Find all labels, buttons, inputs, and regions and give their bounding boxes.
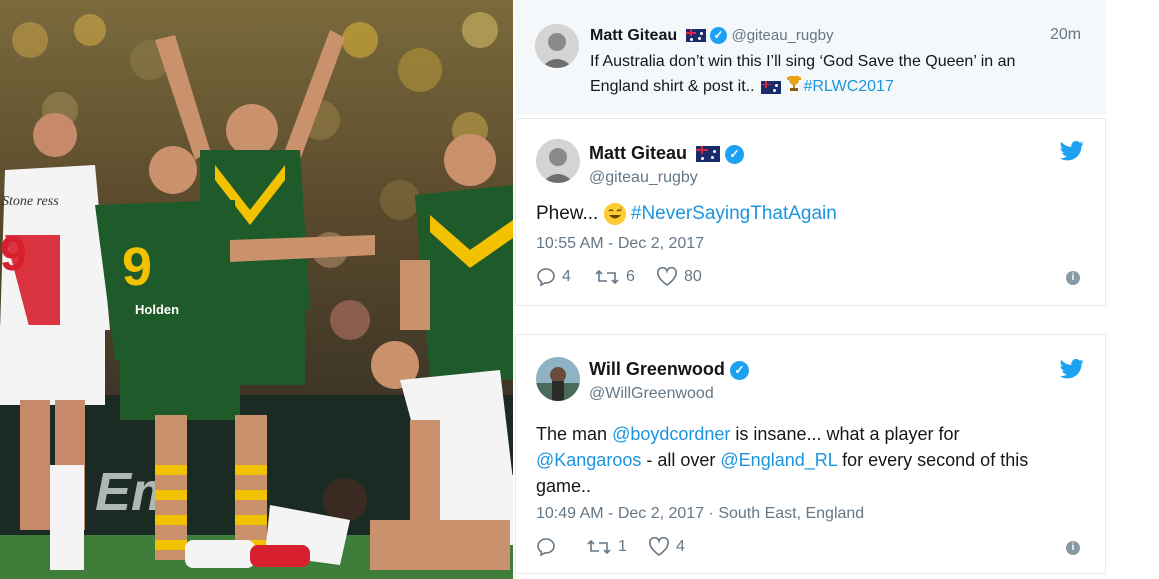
reply-action[interactable]	[536, 537, 562, 557]
retweet-icon	[595, 269, 619, 285]
mention-link[interactable]: @Kangaroos	[536, 450, 641, 470]
info-icon[interactable]: i	[1066, 271, 1080, 285]
heart-icon	[649, 537, 669, 556]
tweet-text-line: is insane... what a player for	[735, 424, 960, 444]
display-name[interactable]: Matt Giteau	[590, 27, 677, 44]
avatar[interactable]	[535, 24, 579, 68]
tweet-text-line: England shirt & post it..	[590, 78, 755, 96]
display-name[interactable]: Matt Giteau	[589, 143, 687, 163]
verified-badge-icon: ✓	[725, 144, 745, 164]
relative-time[interactable]: 20m	[1050, 26, 1081, 44]
avatar[interactable]	[536, 139, 580, 183]
tweet-card-reply[interactable]: Matt Giteau ✓ @giteau_rugby Phew... #Nev…	[515, 118, 1106, 306]
tweet-text: If Australia don’t win this I’ll sing ‘G…	[590, 50, 1015, 100]
avatar-photo-icon	[536, 139, 580, 183]
retweet-count: 6	[626, 268, 635, 285]
avatar-photo-icon	[536, 357, 580, 401]
display-name[interactable]: Will Greenwood	[589, 359, 725, 379]
retweet-count: 1	[618, 538, 627, 555]
retweet-action[interactable]: 6	[594, 267, 635, 287]
tweet-card-greenwood[interactable]: Will Greenwood ✓ @WillGreenwood The man …	[515, 334, 1106, 574]
hashtag-link[interactable]: #NeverSayingThatAgain	[631, 203, 837, 224]
timestamp[interactable]: 10:55 AM - Dec 2, 2017	[536, 235, 704, 253]
tweet-text-line: The man	[536, 424, 608, 444]
shirt-sponsor: Stone ress	[2, 194, 59, 209]
mention-link[interactable]: @England_RL	[720, 450, 837, 470]
retweet-action[interactable]: 1	[586, 537, 627, 557]
retweet-icon	[587, 539, 611, 555]
verified-badge-icon: ✓	[729, 360, 749, 380]
handle[interactable]: @WillGreenwood	[589, 385, 714, 403]
like-action[interactable]: 80	[656, 267, 702, 287]
twitter-bird-icon[interactable]	[1060, 359, 1084, 379]
like-action[interactable]: 4	[648, 537, 685, 557]
timestamp[interactable]: 10:49 AM - Dec 2, 2017 · South East, Eng…	[536, 505, 864, 523]
tweet-card-original[interactable]: Matt Giteau ✓ @giteau_rugby 20m If Austr…	[515, 0, 1106, 114]
jersey-sponsor: Holden	[135, 302, 179, 317]
tweet-text-line: If Australia don’t win this I’ll sing ‘G…	[590, 53, 1016, 70]
mention-link[interactable]: @boydcordner	[612, 424, 730, 444]
australia-flag-icon	[696, 146, 721, 163]
info-icon[interactable]: i	[1066, 541, 1080, 555]
handle[interactable]: @giteau_rugby	[589, 169, 698, 187]
tweet-text-line: for every second of this	[842, 450, 1029, 470]
reply-icon	[537, 538, 555, 557]
match-photo: Em 9 Stone ress 9 Holden	[0, 0, 513, 579]
sweat-smile-emoji-icon	[603, 203, 626, 225]
heart-icon	[657, 267, 677, 286]
tweets-column: Matt Giteau ✓ @giteau_rugby 20m If Austr…	[513, 0, 1159, 579]
tweet-text-line: Phew...	[536, 203, 599, 225]
australia-flag-icon	[760, 80, 781, 94]
reply-count: 4	[562, 268, 571, 285]
tweet-text: The man @boydcordner is insane... what a…	[536, 421, 1028, 499]
opponent-number: 9	[0, 228, 27, 281]
reply-icon	[537, 268, 555, 287]
tweet-text: Phew... #NeverSayingThatAgain	[536, 203, 837, 225]
avatar[interactable]	[536, 357, 580, 401]
twitter-bird-icon[interactable]	[1060, 141, 1084, 161]
tweet-text-line: - all over	[646, 450, 716, 470]
like-count: 4	[676, 538, 685, 555]
australia-flag-icon	[685, 29, 706, 43]
trophy-icon	[785, 74, 803, 100]
hashtag-link[interactable]: #RLWC2017	[803, 78, 893, 95]
like-count: 80	[684, 268, 702, 285]
avatar-photo-icon	[535, 24, 579, 68]
jersey-number: 9	[122, 237, 152, 297]
reply-action[interactable]: 4	[536, 267, 571, 287]
handle[interactable]: @giteau_rugby	[731, 27, 833, 44]
tweet-text-line: game..	[536, 476, 592, 496]
verified-badge-icon: ✓	[710, 27, 728, 45]
